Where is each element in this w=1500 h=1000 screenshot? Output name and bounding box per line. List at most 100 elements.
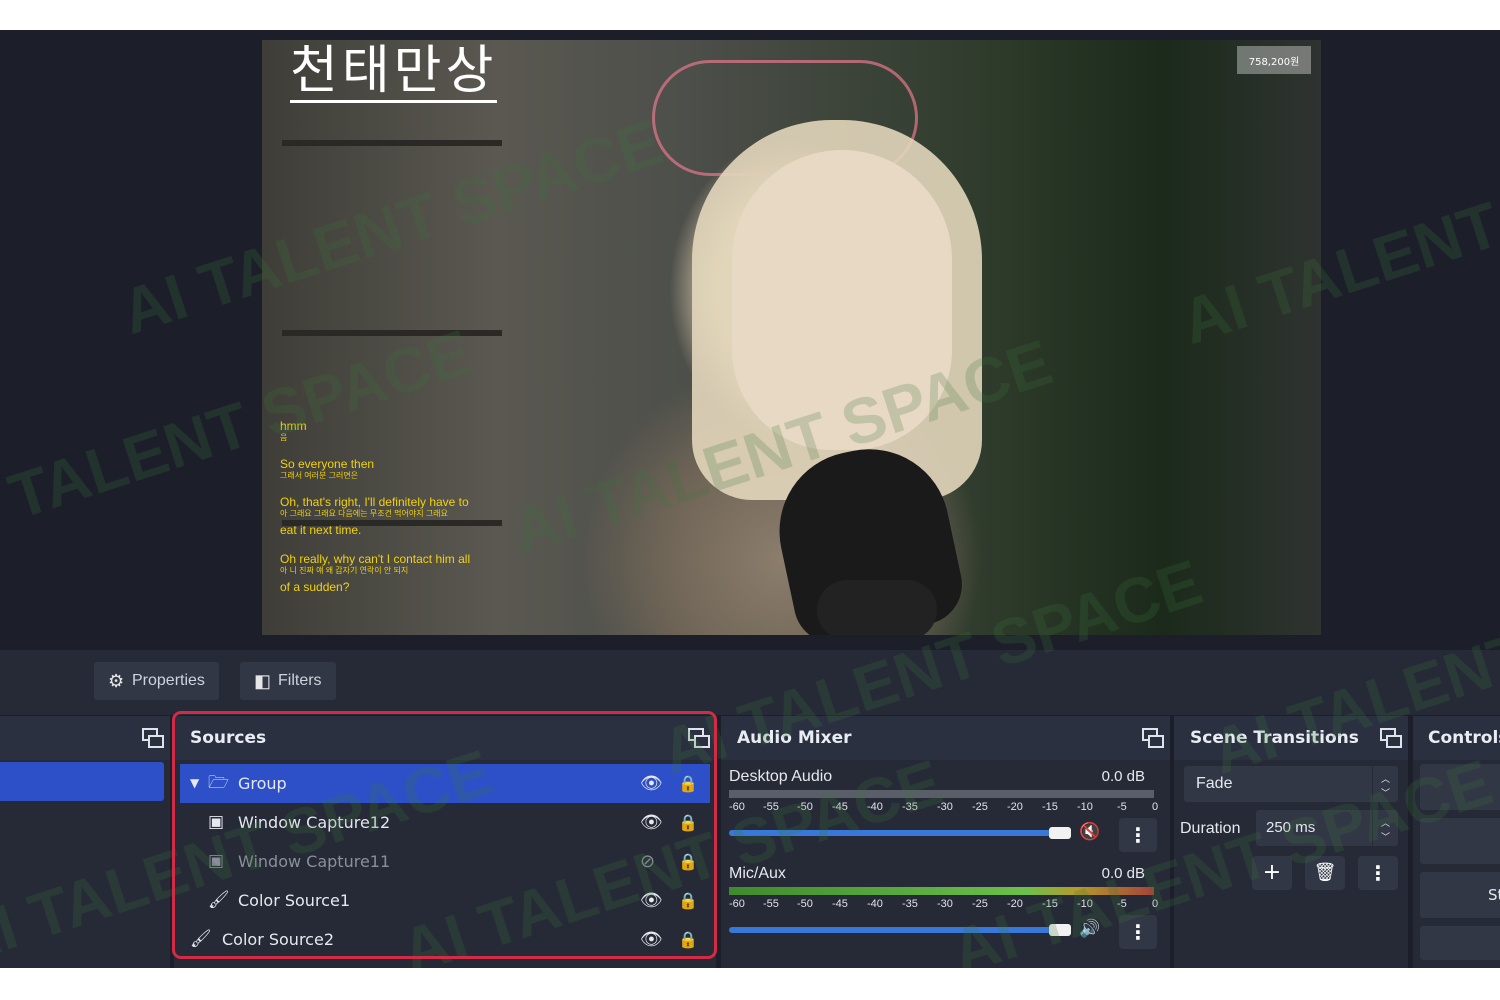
source-row[interactable]: ▣ Window Capture12 👁 🔒 (180, 803, 710, 842)
tick-label: -45 (832, 898, 848, 910)
start-button[interactable]: St (1420, 872, 1500, 918)
add-transition-button[interactable]: + (1252, 856, 1292, 890)
brush-icon: 🖌 (190, 929, 212, 949)
tick-label: -40 (867, 898, 883, 910)
sources-dock: Sources ▼ 🗁 Group 👁 🔒 ▣ Window Capture12… (174, 716, 716, 968)
source-row[interactable]: 🖌 Color Source2 👁 🔒 (180, 920, 710, 959)
speaker-icon[interactable]: 🔊 (1079, 919, 1100, 939)
transition-select[interactable]: Fade ︿ ﹀ (1184, 766, 1398, 802)
tick-label: -45 (832, 801, 848, 813)
duration-label: Duration (1180, 820, 1241, 837)
control-button[interactable] (1420, 818, 1500, 864)
properties-label: Properties (132, 672, 205, 689)
tick-label: -15 (1042, 801, 1058, 813)
tick-label: -55 (763, 801, 779, 813)
filter-icon: ◧ (254, 671, 272, 691)
lock-icon[interactable]: 🔒 (678, 881, 698, 920)
scene-transitions-dock: Scene Transitions Fade ︿ ﹀ Duration 250 m… (1174, 716, 1408, 968)
subtitle-en: Oh really, why can't I contact him all (280, 552, 471, 566)
control-button[interactable] (1420, 764, 1500, 810)
subtitle-line: eat it next time. (280, 524, 520, 537)
duration-spinbox[interactable]: 250 ms ︿ ﹀ (1256, 810, 1398, 846)
subtitle-en: eat it next time. (280, 523, 362, 537)
channel-menu-button[interactable]: ⋮ (1119, 915, 1157, 949)
eye-hidden-icon[interactable]: ⊘ (640, 842, 655, 881)
tick-label: 0 (1152, 801, 1159, 813)
subtitle-en: of a sudden? (280, 580, 350, 594)
volume-meter (729, 790, 1154, 798)
undock-icon[interactable] (1142, 728, 1164, 748)
streamer-face (732, 150, 952, 450)
undock-icon[interactable] (1380, 728, 1402, 748)
brush-icon: 🖌 (208, 890, 230, 910)
mixer-channel-desktop: Desktop Audio 0.0 dB -60 -55 -50 -45 -40… (721, 760, 1161, 856)
lock-icon[interactable]: 🔒 (678, 803, 698, 842)
filters-button[interactable]: ◧ Filters (240, 662, 336, 700)
source-row[interactable]: 🖌 Color Source1 👁 🔒 (180, 881, 710, 920)
expand-triangle-icon[interactable]: ▼ (190, 764, 199, 803)
window-icon: ▣ (208, 812, 225, 832)
subtitle-kr: 음 (280, 433, 288, 442)
start-button-label: St (1488, 886, 1500, 904)
lock-icon[interactable]: 🔒 (678, 764, 698, 803)
window-icon: ▣ (208, 851, 225, 871)
tick-label: -50 (797, 898, 813, 910)
duration-value: 250 ms (1266, 819, 1316, 836)
tick-label: -30 (937, 801, 953, 813)
tick-label: -30 (937, 898, 953, 910)
channel-db: 0.0 dB (1101, 865, 1145, 882)
mixer-channel-mic: Mic/Aux 0.0 dB -60 -55 -50 -45 -40 -35 -… (721, 857, 1161, 953)
selected-scene-row[interactable] (0, 762, 164, 801)
channel-menu-button[interactable]: ⋮ (1119, 818, 1157, 852)
lock-icon[interactable]: 🔒 (678, 920, 698, 959)
volume-fader[interactable] (729, 830, 1069, 836)
tick-label: -20 (1007, 898, 1023, 910)
source-row[interactable]: ▣ Window Capture11 ⊘ 🔒 (180, 842, 710, 881)
source-row-group[interactable]: ▼ 🗁 Group 👁 🔒 (180, 764, 710, 803)
obs-window: 천태만상 758,200원 hmm 음 So everyone then 그래서… (0, 30, 1500, 968)
fader-knob[interactable] (1049, 924, 1071, 936)
tick-label: -15 (1042, 898, 1058, 910)
source-label: Color Source1 (238, 891, 350, 910)
subtitle-kr: 그래서 여러분 그러면은 (280, 471, 359, 480)
gear-icon: ⚙ (108, 671, 125, 691)
subtitle-line: So everyone then 그래서 여러분 그러면은 (280, 458, 520, 481)
stream-preview[interactable]: 천태만상 758,200원 hmm 음 So everyone then 그래서… (262, 40, 1321, 635)
control-button[interactable] (1420, 926, 1500, 960)
spin-arrows-icon[interactable]: ︿ ﹀ (1372, 810, 1398, 846)
tick-label: -20 (1007, 801, 1023, 813)
transition-menu-button[interactable]: ⋮ (1358, 856, 1398, 890)
undock-icon[interactable] (688, 728, 710, 748)
undock-icon[interactable] (142, 728, 164, 748)
trash-icon[interactable]: 🗑 (1305, 856, 1345, 890)
eye-icon[interactable]: 👁 (640, 803, 663, 842)
lock-icon[interactable]: 🔒 (678, 842, 698, 881)
subtitle-en: Oh, that's right, I'll definitely have t… (280, 495, 469, 509)
source-label: Color Source2 (222, 930, 334, 949)
overlay-title: 천태만상 (290, 41, 498, 103)
tick-label: -10 (1077, 898, 1093, 910)
tick-label: -10 (1077, 801, 1093, 813)
scenes-header (0, 716, 170, 760)
channel-name: Mic/Aux (729, 865, 786, 882)
eye-icon[interactable]: 👁 (640, 920, 663, 959)
muted-speaker-icon[interactable]: 🔇 (1079, 822, 1100, 842)
properties-button[interactable]: ⚙ Properties (94, 662, 219, 700)
tick-label: -40 (867, 801, 883, 813)
eye-icon[interactable]: 👁 (640, 881, 663, 920)
filters-label: Filters (278, 672, 322, 689)
subtitle-overlay: hmm 음 So everyone then 그래서 여러분 그러면은 Oh, … (280, 420, 520, 610)
fader-knob[interactable] (1049, 827, 1071, 839)
volume-fader[interactable] (729, 927, 1069, 933)
sources-header: Sources (174, 716, 716, 760)
audio-mixer-header: Audio Mixer (721, 716, 1170, 760)
chevron-updown-icon: ︿ ﹀ (1372, 766, 1398, 802)
eye-icon[interactable]: 👁 (640, 764, 663, 803)
source-toolbar: ⚙ Properties ◧ Filters (0, 650, 1500, 715)
source-label: Group (238, 774, 287, 793)
tick-label: -35 (902, 801, 918, 813)
meter-ticks: -60 -55 -50 -45 -40 -35 -30 -25 -20 -15 … (729, 801, 1159, 815)
scene-transitions-title: Scene Transitions (1190, 728, 1359, 748)
donation-counter: 758,200원 (1237, 46, 1311, 74)
subtitle-en: hmm (280, 419, 307, 433)
